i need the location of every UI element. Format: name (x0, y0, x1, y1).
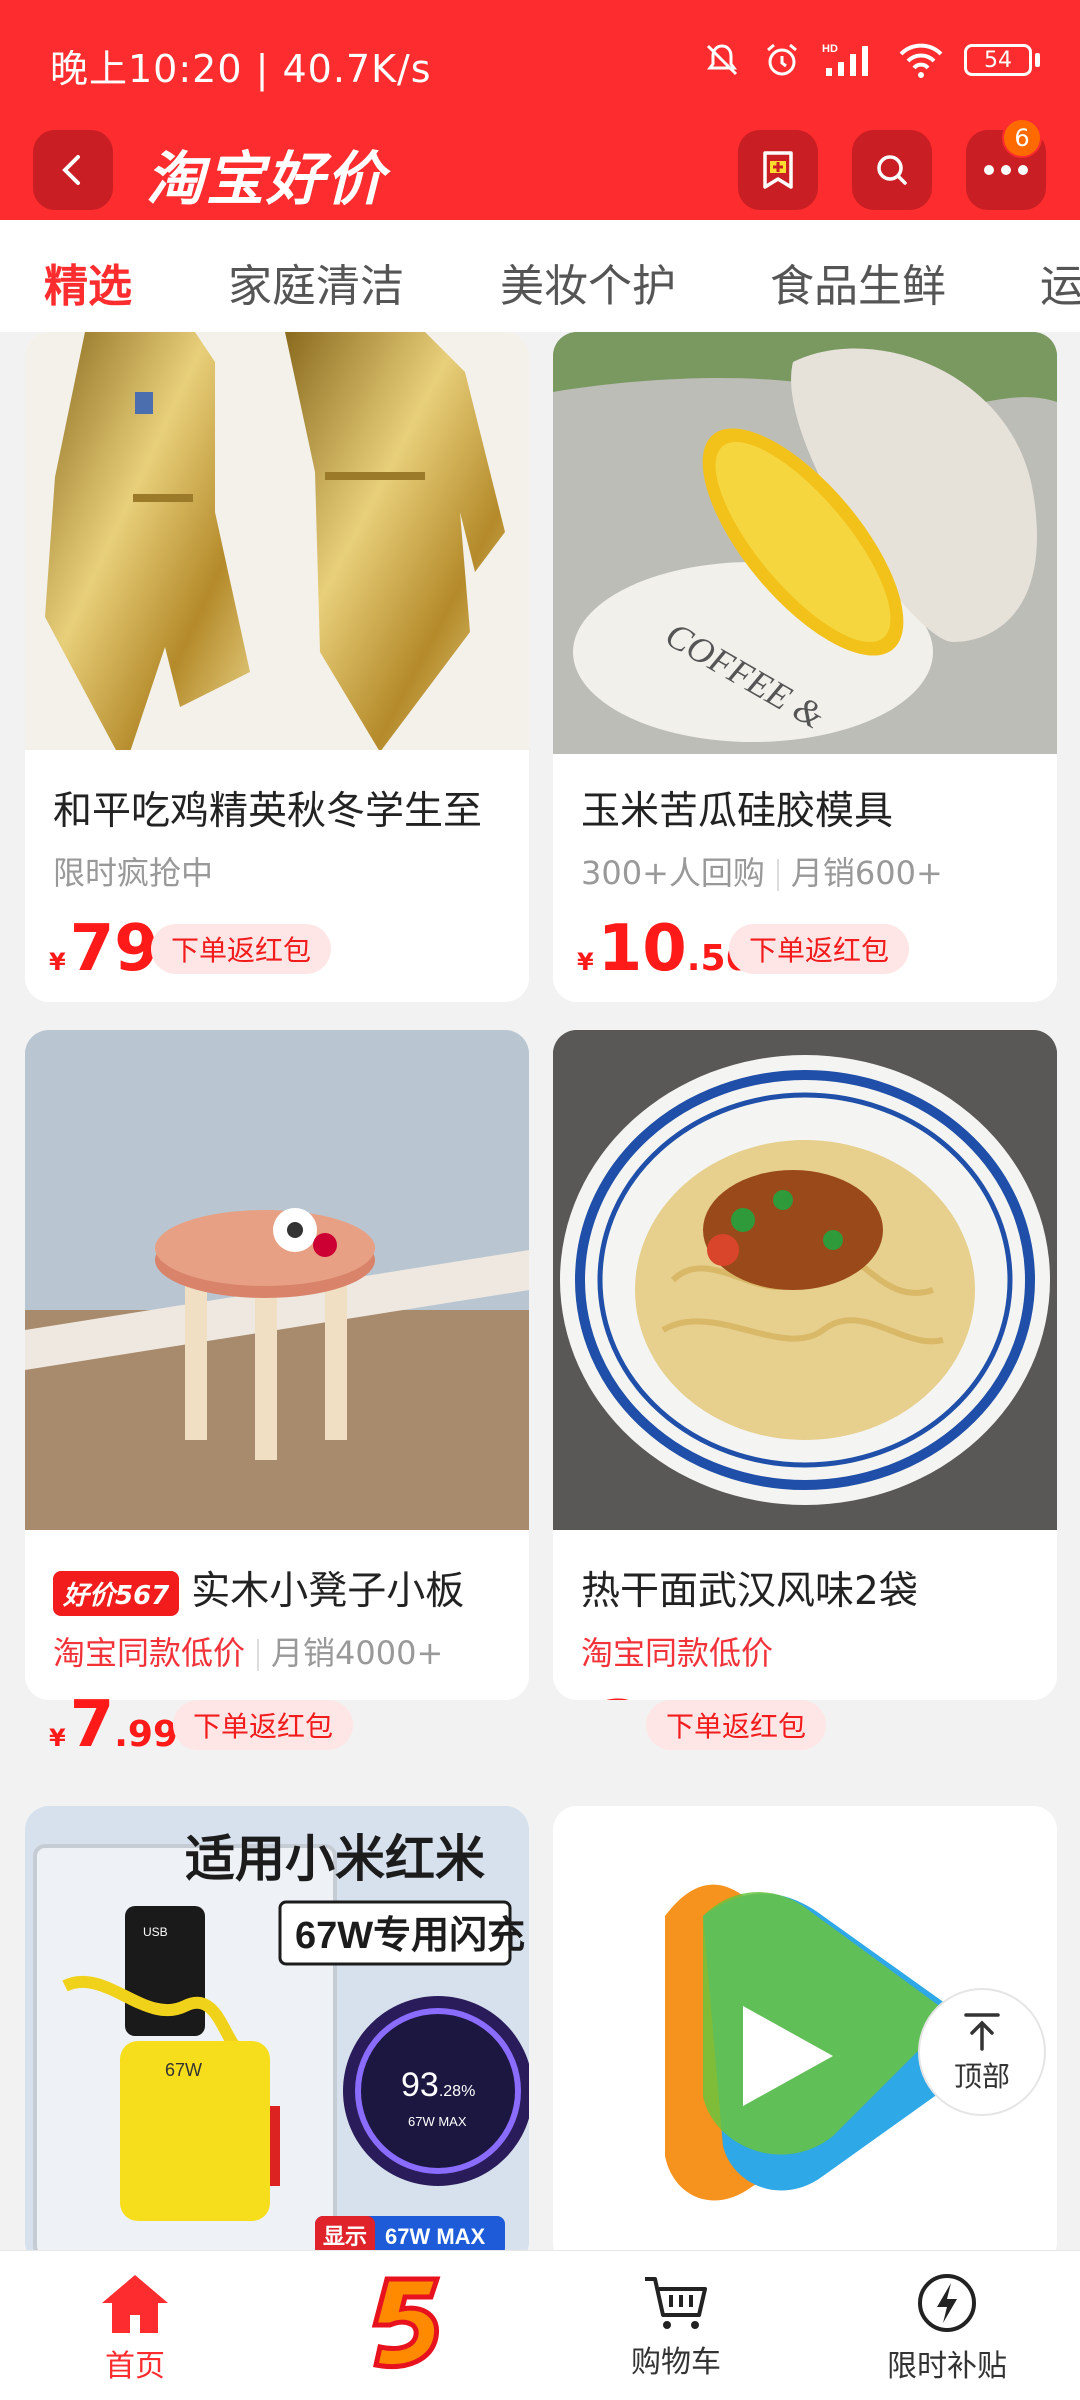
svg-text:USB: USB (143, 1925, 168, 1939)
arrow-up-icon (964, 2013, 1000, 2051)
back-button[interactable] (33, 130, 113, 210)
nav-subsidy[interactable]: 限时补贴 (847, 2271, 1047, 2385)
promo-badge: 好价567 (53, 1571, 180, 1616)
svg-text:67W MAX: 67W MAX (408, 2114, 467, 2129)
nav-cart-label: 购物车 (631, 2345, 721, 2380)
product-image: COFFEE & (553, 332, 1057, 754)
svg-text:67W MAX: 67W MAX (385, 2224, 486, 2249)
svg-text:67W: 67W (165, 2060, 202, 2080)
home-icon (102, 2275, 168, 2333)
image-headline: 适用小米红米 (185, 1831, 485, 1887)
svg-text:显示: 显示 (323, 2224, 367, 2249)
cart-icon (645, 2277, 707, 2329)
product-card[interactable]: 好价567 实木小凳子小板 淘宝同款低价 月销4000+ (25, 1030, 529, 1700)
product-image (553, 1030, 1057, 1530)
product-title: 好价567 实木小凳子小板 (53, 1560, 464, 1616)
tab-featured[interactable]: 精选 (44, 250, 132, 314)
brand-logo: 淘宝好价 (146, 145, 387, 213)
image-subheadline: 67W专用闪充 (295, 1915, 525, 1957)
alarm-icon (767, 43, 797, 76)
nav-five[interactable] (305, 2271, 505, 2371)
tab-fresh-food[interactable]: 食品生鲜 (770, 250, 946, 314)
nav-home-label: 首页 (105, 2349, 165, 2384)
product-price: ¥ 7 .99 (49, 1688, 179, 1762)
header-nav: 淘宝好价 (0, 130, 1080, 220)
bookmark-add-icon (763, 151, 793, 189)
signal-hd-icon: HD (822, 43, 868, 76)
battery-level: 54 (964, 44, 1032, 76)
product-title: 玉米苦瓜硅胶模具 (581, 789, 894, 834)
nav-cart[interactable]: 购物车 (576, 2271, 776, 2381)
product-price: ¥ 10 .56 (577, 912, 751, 986)
product-subtitle: 限时疯抢中 (53, 854, 214, 892)
product-price: ¥ 79 (49, 912, 159, 986)
mute-bell-icon (706, 44, 738, 76)
product-card[interactable]: 热干面武汉风味2袋 淘宝同款低价 ¥ 3 (553, 1030, 1057, 1700)
cashback-tag: 下单返红包 (729, 924, 910, 974)
nav-home[interactable]: 首页 (35, 2271, 235, 2385)
status-bar: 晚上10:20 | 40.7K/s HD 54 (0, 0, 1080, 130)
status-icons: HD 54 (702, 40, 1040, 80)
top-bar: 晚上10:20 | 40.7K/s HD 54 淘宝好价 6 (0, 0, 1080, 220)
cashback-tag: 下单返红包 (646, 1700, 827, 1750)
product-card[interactable]: 和平吃鸡精英秋冬学生至 限时疯抢中 ¥ 79 下单返红包 (25, 332, 529, 1002)
cashback-tag: 下单返红包 (173, 1700, 354, 1750)
lightning-icon (918, 2274, 976, 2332)
product-image (25, 1030, 529, 1530)
bookmark-button[interactable] (738, 130, 818, 210)
product-card[interactable]: 适用小米红米 67W专用闪充 USB 67W 93.28% 67W MAX 显示… (25, 1806, 529, 2266)
notification-badge: 6 (1002, 118, 1042, 158)
status-time: 晚上10:20 | 40.7K/s (50, 47, 432, 91)
cashback-tag: 下单返红包 (151, 924, 332, 974)
more-dots-icon (984, 165, 1028, 175)
search-button[interactable] (852, 130, 932, 210)
tab-home-cleaning[interactable]: 家庭清洁 (228, 250, 404, 314)
search-icon (877, 155, 907, 185)
product-title: 热干面武汉风味2袋 (581, 1569, 918, 1614)
back-to-top-button[interactable]: 顶部 (918, 1988, 1046, 2116)
tab-beauty-care[interactable]: 美妆个护 (500, 250, 676, 314)
wifi-icon (899, 43, 943, 78)
product-title: 和平吃鸡精英秋冬学生至 (53, 789, 483, 834)
product-subtitle: 淘宝同款低价 月销4000+ (53, 1634, 444, 1672)
back-to-top-label: 顶部 (953, 2060, 1010, 2093)
product-subtitle: 300+人回购 月销600+ (581, 854, 943, 892)
product-price: ¥ 3 (577, 1688, 643, 1700)
chevron-left-icon (62, 155, 80, 185)
product-subtitle: 淘宝同款低价 (581, 1634, 774, 1672)
category-tabs: 精选 家庭清洁 美妆个护 食品生鲜 运 (0, 220, 1080, 332)
product-card[interactable]: COFFEE & 玉米苦瓜硅胶模具 300+人回购 月销600+ ¥ 10 .56… (553, 332, 1057, 1002)
bottom-nav: 首页 购物车 限时补贴 (0, 2250, 1080, 2400)
product-image: 适用小米红米 67W专用闪充 USB 67W 93.28% 67W MAX 显示… (25, 1806, 529, 2266)
tab-partial[interactable]: 运 (1040, 250, 1080, 314)
five-logo-icon (371, 2276, 441, 2370)
battery-indicator: 54 (964, 44, 1040, 76)
nav-subsidy-label: 限时补贴 (887, 2349, 1007, 2384)
product-image (25, 332, 529, 750)
svg-text:HD: HD (822, 43, 838, 55)
